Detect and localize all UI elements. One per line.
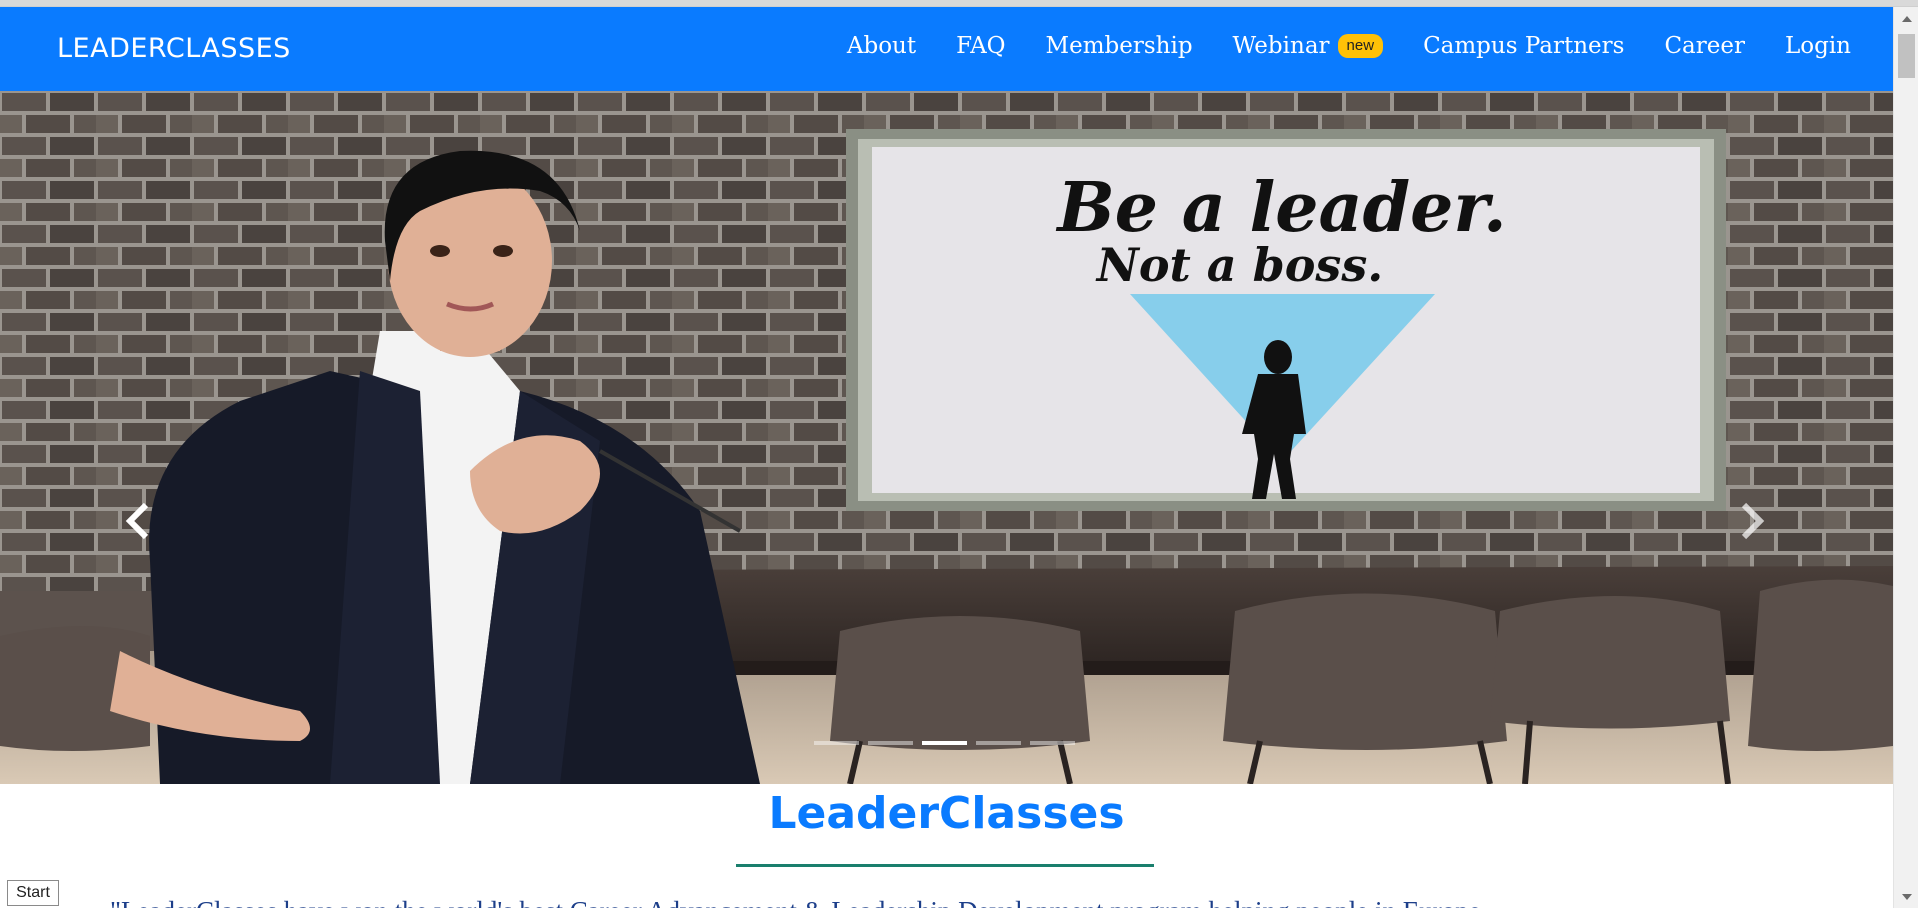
nav-about[interactable]: About — [847, 33, 916, 59]
scrollbar-thumb[interactable] — [1898, 34, 1915, 78]
board-line2: Not a boss. — [1095, 238, 1383, 292]
top-navbar: LEADERCLASSES About FAQ Membership Webin… — [0, 7, 1893, 91]
nav-membership[interactable]: Membership — [1046, 33, 1193, 59]
carousel-indicators — [814, 741, 1075, 745]
board-line1: Be a leader. — [1055, 168, 1506, 248]
section-title: LeaderClasses — [768, 788, 1125, 839]
nav-webinar-label: Webinar — [1232, 33, 1330, 59]
nav-menu: About FAQ Membership Webinar new Campus … — [807, 33, 1851, 59]
carousel-indicator-1[interactable] — [814, 741, 859, 745]
carousel-indicator-2[interactable] — [868, 741, 913, 745]
carousel-next-button[interactable] — [1732, 491, 1772, 551]
scroll-up-icon[interactable] — [1902, 16, 1912, 22]
page-scrollbar[interactable] — [1893, 7, 1918, 908]
start-button[interactable]: Start — [7, 880, 59, 906]
nav-login[interactable]: Login — [1785, 33, 1851, 59]
carousel-indicator-4[interactable] — [976, 741, 1021, 745]
brand-logo[interactable]: LEADERCLASSES — [57, 33, 291, 64]
nav-campus-partners[interactable]: Campus Partners — [1423, 33, 1624, 59]
title-divider — [736, 864, 1154, 867]
carousel-prev-button[interactable] — [118, 491, 158, 551]
nav-career[interactable]: Career — [1664, 33, 1745, 59]
carousel-indicator-5[interactable] — [1030, 741, 1075, 745]
chevron-left-icon — [125, 502, 149, 540]
nav-faq[interactable]: FAQ — [956, 33, 1005, 59]
carousel-indicator-3[interactable] — [922, 741, 967, 745]
hero-slide-image: Be a leader. Not a boss. — [0, 91, 1893, 784]
new-badge: new — [1337, 34, 1384, 58]
hero-carousel: Be a leader. Not a boss. — [0, 91, 1893, 784]
chevron-right-icon — [1741, 502, 1765, 540]
scroll-down-icon[interactable] — [1902, 894, 1912, 900]
nav-webinar[interactable]: Webinar new — [1233, 33, 1384, 59]
browser-top-edge — [0, 0, 1918, 7]
intro-text: "LeaderClasses have won the world's best… — [110, 893, 1860, 908]
